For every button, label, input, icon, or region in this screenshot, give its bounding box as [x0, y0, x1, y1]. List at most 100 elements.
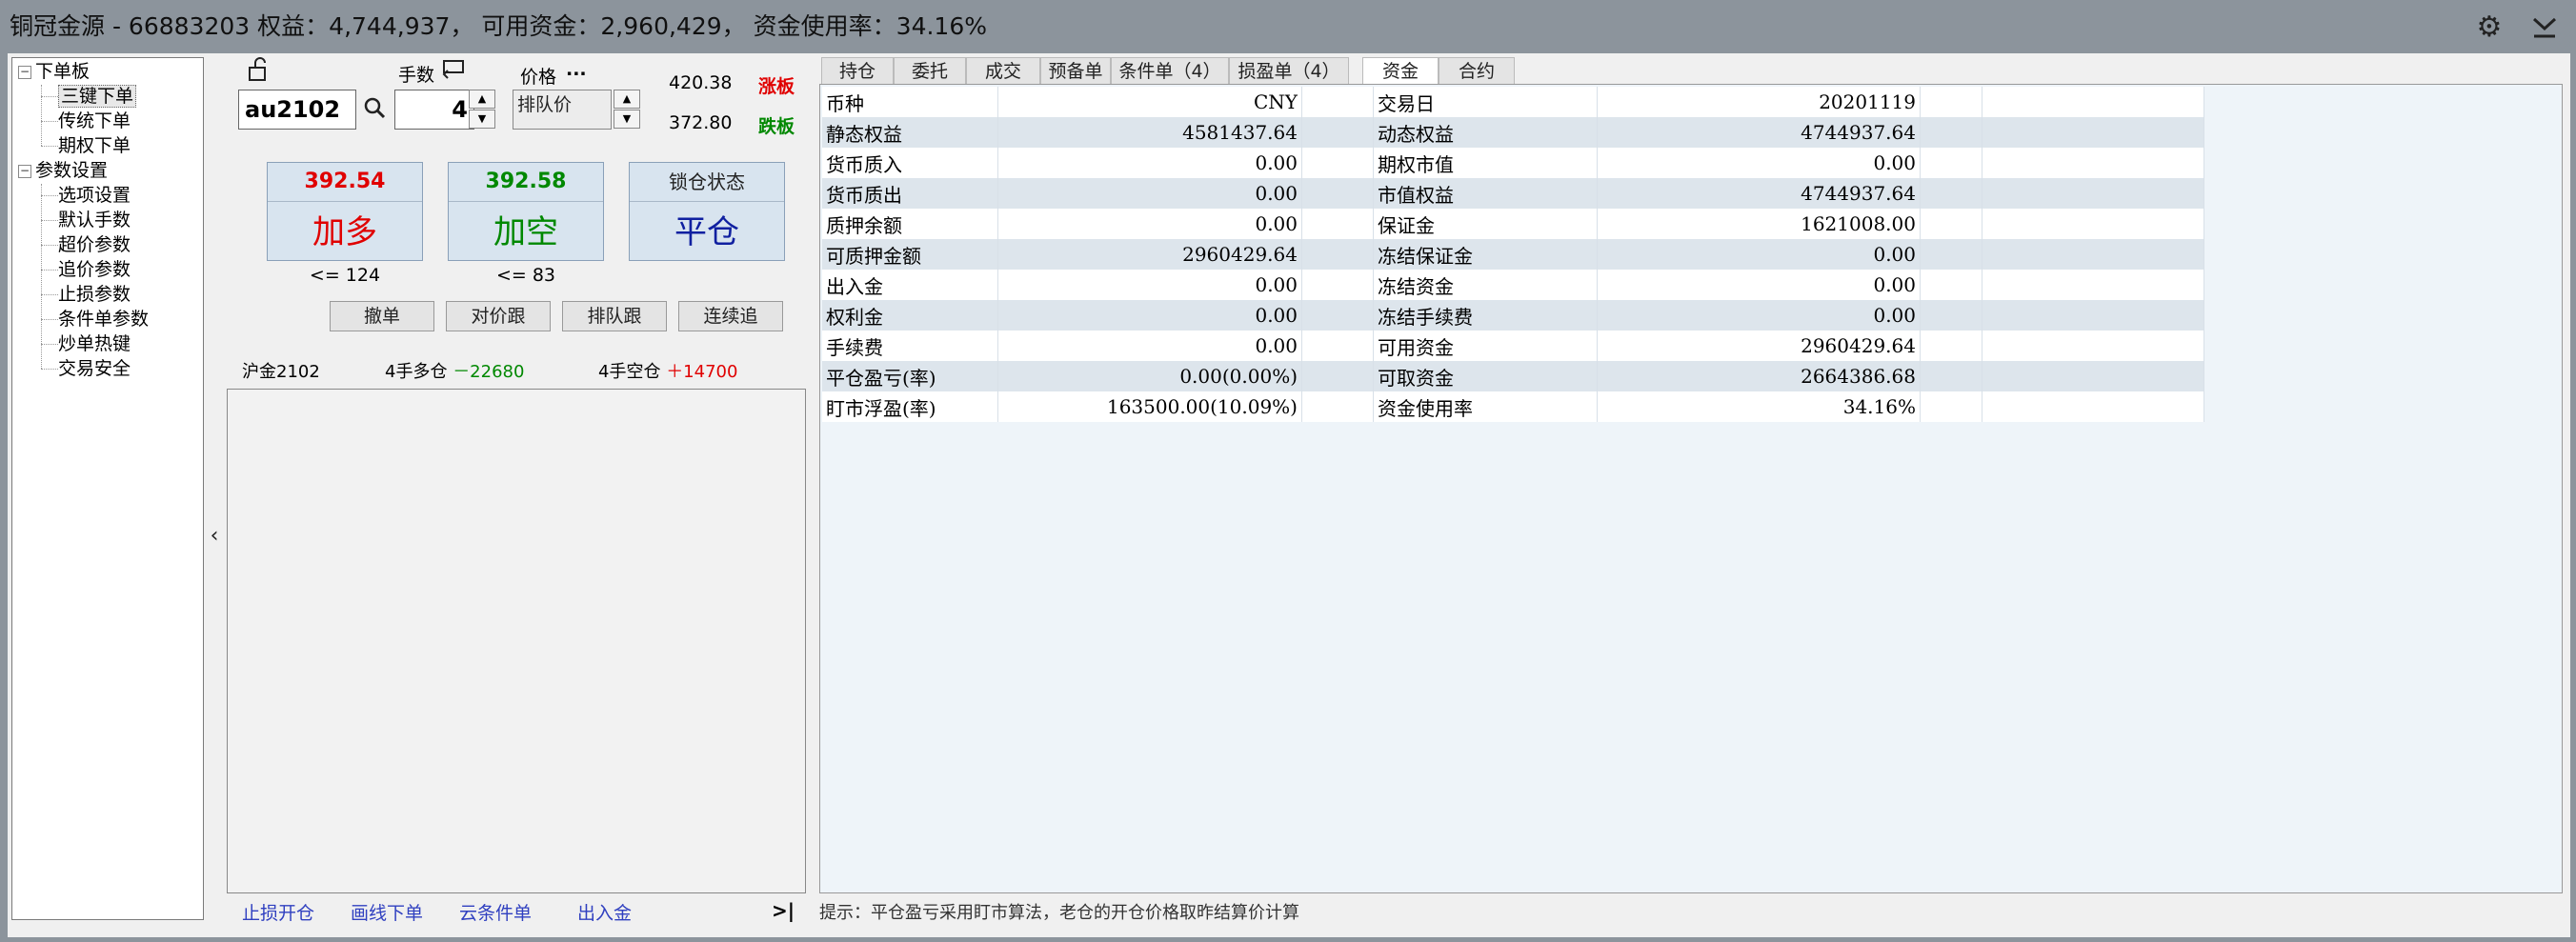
table-row[interactable]: 平仓盈亏(率) 0.00(0.00%) 可取资金 2664386.68: [822, 361, 2204, 391]
tree-item-stoploss[interactable]: 止损参数: [58, 282, 131, 307]
table-row[interactable]: 手续费 0.00 可用资金 2960429.64: [822, 331, 2204, 361]
empty-cell: [1301, 300, 1374, 331]
limit-up-price: 420.38: [669, 72, 733, 93]
settings-tree: − 下单板 三键下单 传统下单 期权下单 − 参数设置 选项设置 默认手数 超价…: [11, 57, 204, 920]
tab-orders[interactable]: 委托: [894, 57, 966, 84]
field-label: 盯市浮盈(率): [822, 391, 998, 422]
tree-item-security[interactable]: 交易安全: [58, 356, 131, 381]
field-label: 冻结手续费: [1373, 300, 1598, 331]
panel-splitter[interactable]: ‹: [204, 57, 225, 920]
chevron-down-icon[interactable]: [2528, 11, 2561, 44]
empty-cell: [1982, 209, 2204, 239]
empty-cell: [1920, 148, 1982, 178]
sell-label: 加空: [493, 213, 558, 251]
field-label: 货币质出: [822, 178, 998, 209]
continuous-chase-button[interactable]: 连续追: [678, 301, 783, 331]
long-label: 手多仓: [395, 362, 448, 382]
field-label: 权利金: [822, 300, 998, 331]
swap-icon[interactable]: [442, 59, 467, 86]
field-label: 冻结资金: [1373, 270, 1598, 300]
field-value: 0.00: [997, 178, 1302, 209]
chevron-left-icon[interactable]: ‹: [204, 524, 225, 552]
cloud-conditional-link[interactable]: 云条件单: [459, 899, 532, 925]
qty-up-icon[interactable]: ▲: [469, 90, 495, 109]
line-order-link[interactable]: 画线下单: [351, 899, 423, 925]
table-row[interactable]: 货币质出 0.00 市值权益 4744937.64: [822, 178, 2204, 209]
tree-item-default-qty[interactable]: 默认手数: [58, 208, 131, 232]
field-value: 4581437.64: [997, 117, 1302, 148]
stoploss-open-link[interactable]: 止损开仓: [242, 899, 314, 925]
tree-item-chase[interactable]: 追价参数: [58, 257, 131, 282]
counter-follow-button[interactable]: 对价跟: [446, 301, 551, 331]
short-position: 4手空仓 ＋14700: [598, 358, 737, 383]
table-row[interactable]: 权利金 0.00 冻结手续费 0.00: [822, 300, 2204, 331]
tab-trades[interactable]: 成交: [966, 57, 1040, 84]
empty-cell: [1982, 239, 2204, 270]
qty-label: 手数: [398, 65, 435, 86]
buy-open-button[interactable]: 392.54 加多: [267, 162, 423, 261]
tree-item-hotkeys[interactable]: 炒单热键: [58, 331, 131, 356]
tab-positions[interactable]: 持仓: [821, 57, 894, 84]
search-icon[interactable]: [360, 95, 389, 128]
close-button[interactable]: 锁仓状态 平仓: [629, 162, 785, 261]
table-row[interactable]: 出入金 0.00 冻结资金 0.00: [822, 270, 2204, 300]
field-label: 动态权益: [1373, 117, 1598, 148]
tree-item-options[interactable]: 选项设置: [58, 183, 131, 208]
tab-contracts[interactable]: 合约: [1439, 57, 1515, 84]
tab-stop-profit[interactable]: 损盈单（4）: [1229, 57, 1349, 84]
buy-price: 392.54: [268, 163, 422, 202]
account-panel: 持仓 委托 成交 预备单 条件单（4） 损盈单（4） 资金 合约 币种 CNY 交易…: [817, 57, 2565, 923]
empty-cell: [1301, 239, 1374, 270]
collapse-toggle-icon[interactable]: −: [18, 66, 31, 79]
field-value: 0.00: [997, 209, 1302, 239]
queue-follow-button[interactable]: 排队跟: [562, 301, 667, 331]
short-pnl: ＋14700: [666, 362, 738, 382]
tree-item-option[interactable]: 期权下单: [58, 133, 131, 158]
deposit-withdraw-link[interactable]: 出入金: [577, 899, 632, 925]
short-label: 手空仓: [609, 362, 661, 382]
empty-cell: [1301, 391, 1374, 422]
empty-cell: [1982, 331, 2204, 361]
title-bar: 铜冠金源 - 66883203 权益：4,744,937， 可用资金：2,960,4…: [0, 0, 2576, 53]
table-row[interactable]: 静态权益 4581437.64 动态权益 4744937.64: [822, 117, 2204, 148]
collapse-toggle-icon[interactable]: −: [18, 165, 31, 178]
tree-item-three-key[interactable]: 三键下单: [58, 84, 137, 109]
price-select[interactable]: 排队价: [513, 90, 612, 130]
field-label: 手续费: [822, 331, 998, 361]
field-label: 交易日: [1373, 87, 1598, 117]
qty-input[interactable]: 4: [394, 90, 474, 130]
field-value: 0.00: [1597, 239, 1921, 270]
lock-icon[interactable]: [248, 57, 272, 84]
table-row[interactable]: 质押余额 0.00 保证金 1621008.00: [822, 209, 2204, 239]
price-down-icon[interactable]: ▼: [614, 110, 640, 129]
tab-conditional[interactable]: 条件单（4）: [1111, 57, 1229, 84]
price-label: 价格: [520, 67, 557, 88]
tree-item-conditional[interactable]: 条件单参数: [58, 307, 149, 331]
gear-icon[interactable]: ⚙: [2473, 11, 2506, 44]
tree-group-order-board[interactable]: 下单板: [35, 59, 90, 84]
instrument-input[interactable]: au2102: [238, 90, 356, 130]
table-row[interactable]: 盯市浮盈(率) 163500.00(10.09%) 资金使用率 34.16%: [822, 391, 2204, 422]
table-row[interactable]: 货币质入 0.00 期权市值 0.00: [822, 148, 2204, 178]
sell-open-button[interactable]: 392.58 加空: [448, 162, 604, 261]
tab-prepared[interactable]: 预备单: [1040, 57, 1111, 84]
price-up-icon[interactable]: ▲: [614, 90, 640, 109]
sell-limit: <= 83: [495, 265, 556, 286]
empty-cell: [1920, 361, 1982, 391]
order-panel: au2102 手数 4 ▲ ▼ 价格 ... 排队价 ▲ ▼ 420.38 涨板…: [225, 57, 808, 924]
empty-cell: [1920, 87, 1982, 117]
field-label: 可用资金: [1373, 331, 1598, 361]
tree-item-traditional[interactable]: 传统下单: [58, 109, 131, 133]
tree-group-params[interactable]: 参数设置: [35, 158, 108, 183]
cancel-button[interactable]: 撤单: [330, 301, 434, 331]
tab-funds[interactable]: 资金: [1362, 57, 1439, 84]
field-value: 4744937.64: [1597, 178, 1921, 209]
lock-status: 锁仓状态: [630, 163, 784, 202]
price-more-button[interactable]: ...: [566, 59, 587, 80]
qty-down-icon[interactable]: ▼: [469, 110, 495, 129]
chevron-right-end-icon[interactable]: >|: [772, 899, 795, 922]
empty-cell: [1920, 209, 1982, 239]
table-row[interactable]: 币种 CNY 交易日 20201119: [822, 87, 2204, 117]
tree-item-overprice[interactable]: 超价参数: [58, 232, 131, 257]
table-row[interactable]: 可质押金额 2960429.64 冻结保证金 0.00: [822, 239, 2204, 270]
